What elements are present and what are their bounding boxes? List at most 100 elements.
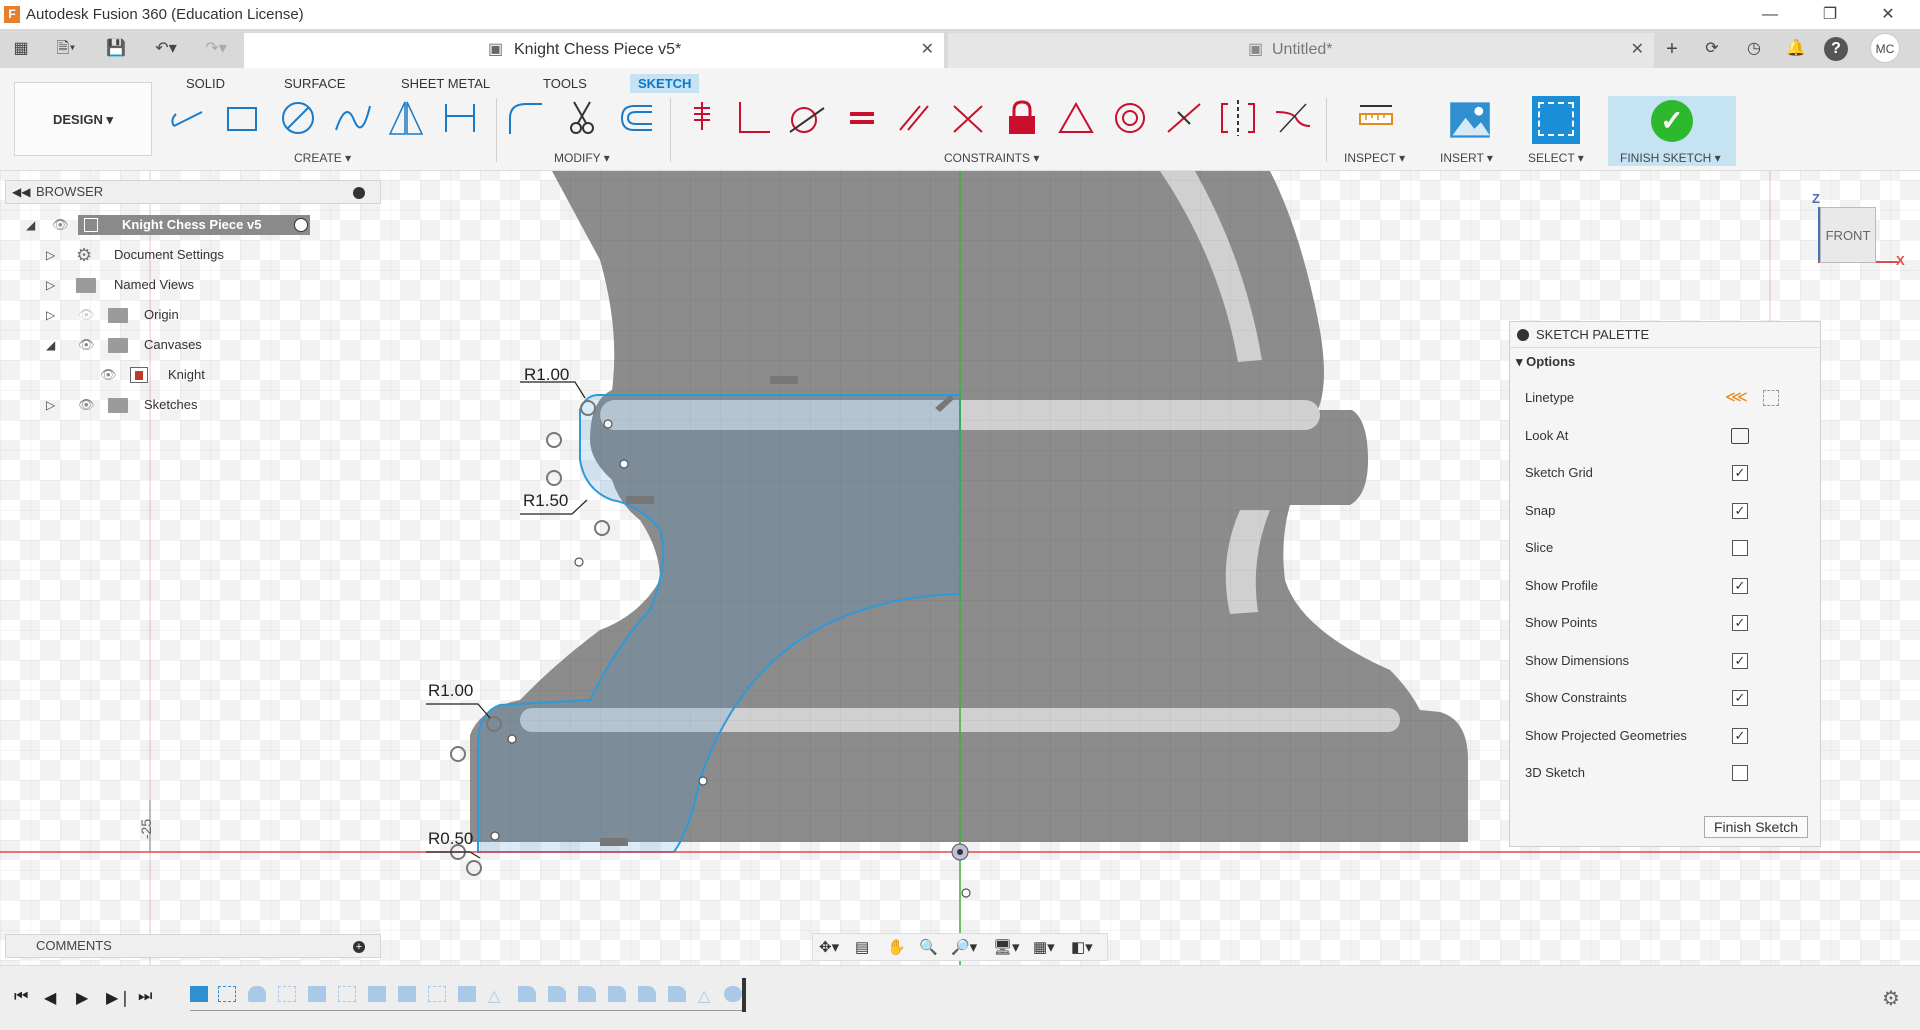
- dimension-label[interactable]: R1.00: [524, 365, 569, 385]
- fillet-feature-icon[interactable]: [668, 986, 686, 1002]
- extrude-feature-icon[interactable]: [398, 986, 416, 1002]
- palette-row-snap[interactable]: Snap ✓: [1525, 501, 1815, 521]
- job-status-icon[interactable]: ◷: [1742, 37, 1766, 61]
- curvature-constraint-icon[interactable]: [1272, 98, 1312, 138]
- tab-untitled[interactable]: ▣ Untitled* ✕: [948, 33, 1654, 68]
- fillet-tool-icon[interactable]: [506, 98, 546, 138]
- construction-linetype-icon[interactable]: ⋘: [1725, 388, 1748, 408]
- file-menu-icon[interactable]: 🗎▾: [48, 37, 84, 61]
- palette-row-show-points[interactable]: Show Points ✓: [1525, 613, 1815, 633]
- visibility-eye-icon[interactable]: 👁: [78, 332, 95, 358]
- mirror-tool-icon[interactable]: [386, 98, 426, 138]
- palette-row-show-dimensions[interactable]: Show Dimensions ✓: [1525, 651, 1815, 671]
- tab-sheet-metal[interactable]: SHEET METAL: [393, 74, 498, 93]
- collapsed-triangle-icon[interactable]: ▷: [46, 242, 55, 268]
- offset-tool-icon[interactable]: [616, 98, 656, 138]
- step-back-icon[interactable]: ◀: [44, 988, 56, 1008]
- viewports-icon[interactable]: ◧▾: [1071, 938, 1093, 956]
- hidden-eye-icon[interactable]: 👁: [78, 302, 95, 328]
- display-settings-icon[interactable]: 🖥▾: [993, 938, 1020, 956]
- snap-checkbox[interactable]: ✓: [1732, 503, 1748, 519]
- fillet-feature-icon[interactable]: [578, 986, 596, 1002]
- extensions-icon[interactable]: ⟳: [1700, 37, 1724, 61]
- equal-constraint-icon[interactable]: [842, 98, 882, 138]
- constraints-menu[interactable]: CONSTRAINTS ▾: [944, 151, 1039, 165]
- fillet-feature-icon[interactable]: [548, 986, 566, 1002]
- tab-knight-chess-piece[interactable]: ▣ Knight Chess Piece v5* ✕: [244, 33, 944, 68]
- revolve-feature-icon[interactable]: [248, 986, 266, 1002]
- new-tab-icon[interactable]: +: [1660, 37, 1684, 61]
- help-icon[interactable]: ?: [1824, 37, 1848, 61]
- browser-item-knight[interactable]: 👁 Knight: [22, 362, 322, 388]
- select-window-icon[interactable]: [1532, 96, 1580, 144]
- fillet-feature-icon[interactable]: [638, 986, 656, 1002]
- trim-tool-icon[interactable]: [562, 98, 602, 138]
- activate-radio-icon[interactable]: [294, 218, 308, 232]
- browser-item-sketches[interactable]: ▷ 👁 Sketches: [22, 392, 322, 418]
- collapsed-triangle-icon[interactable]: ▷: [46, 392, 55, 418]
- circle-tool-icon[interactable]: [278, 98, 318, 138]
- dimension-label[interactable]: R1.00: [428, 681, 473, 701]
- close-tab-icon[interactable]: ✕: [921, 33, 934, 67]
- measure-icon[interactable]: [1356, 98, 1396, 138]
- perpendicular-x-constraint-icon[interactable]: [948, 98, 988, 138]
- sketch-feature-icon[interactable]: [428, 986, 446, 1002]
- pan-hand-icon[interactable]: ✋: [887, 938, 906, 956]
- minimize-button[interactable]: —: [1750, 3, 1790, 27]
- palette-row-show-projected-geometries[interactable]: Show Projected Geometries ✓: [1525, 726, 1815, 746]
- sketch-feature-icon[interactable]: [338, 986, 356, 1002]
- coincident-constraint-icon[interactable]: [682, 98, 722, 138]
- show-points-checkbox[interactable]: ✓: [1732, 615, 1748, 631]
- tab-solid[interactable]: SOLID: [178, 74, 233, 93]
- show-constraints-checkbox[interactable]: ✓: [1732, 690, 1748, 706]
- expanded-triangle-icon[interactable]: ◢: [46, 332, 55, 358]
- insert-image-icon[interactable]: [1448, 98, 1492, 142]
- inspect-menu[interactable]: INSPECT ▾: [1344, 151, 1405, 165]
- undo-icon[interactable]: ↶▾: [146, 37, 186, 61]
- browser-item-named-views[interactable]: ▷ Named Views: [22, 272, 322, 298]
- concentric-constraint-icon[interactable]: [1110, 98, 1150, 138]
- mirror-feature-icon[interactable]: △: [488, 986, 506, 1005]
- visibility-eye-icon[interactable]: 👁: [100, 362, 117, 388]
- save-icon[interactable]: 💾: [104, 37, 128, 61]
- canvas-feature-icon[interactable]: [190, 986, 208, 1002]
- extrude-feature-icon[interactable]: [458, 986, 476, 1002]
- zoom-icon[interactable]: 🔍: [919, 938, 938, 956]
- modify-menu[interactable]: MODIFY ▾: [554, 151, 610, 165]
- symmetry-constraint-icon[interactable]: [1218, 98, 1258, 138]
- close-tab-icon[interactable]: ✕: [1631, 33, 1644, 67]
- grid-settings-icon[interactable]: ▦▾: [1033, 938, 1055, 956]
- show-projected-geometries-checkbox[interactable]: ✓: [1732, 728, 1748, 744]
- fillet-feature-icon[interactable]: [724, 986, 742, 1002]
- sketch-feature-icon[interactable]: [278, 986, 296, 1002]
- finish-sketch-palette-button[interactable]: Finish Sketch: [1704, 816, 1808, 838]
- play-icon[interactable]: ▶: [76, 988, 88, 1008]
- create-menu[interactable]: CREATE ▾: [294, 151, 351, 165]
- midpoint-constraint-icon[interactable]: [1164, 98, 1204, 138]
- finish-sketch-menu[interactable]: FINISH SKETCH ▾: [1620, 151, 1721, 165]
- fix-lock-icon[interactable]: [1002, 98, 1042, 138]
- viewcube-front-face[interactable]: FRONT: [1820, 207, 1876, 263]
- palette-row-slice[interactable]: Slice: [1525, 538, 1815, 558]
- collapse-browser-icon[interactable]: ◀◀: [12, 181, 30, 203]
- notifications-icon[interactable]: 🔔: [1784, 37, 1808, 61]
- visibility-eye-icon[interactable]: 👁: [52, 212, 69, 238]
- line-tool-icon[interactable]: [168, 98, 208, 138]
- spline-tool-icon[interactable]: [332, 98, 372, 138]
- browser-minimize-icon[interactable]: [353, 187, 365, 199]
- look-at-nav-icon[interactable]: ▤: [855, 938, 869, 956]
- add-comment-icon[interactable]: +: [353, 941, 365, 953]
- collapsed-triangle-icon[interactable]: ▷: [46, 272, 55, 298]
- tangent-constraint-icon[interactable]: [786, 98, 826, 138]
- palette-header[interactable]: SKETCH PALETTE: [1510, 322, 1820, 348]
- look-at-icon[interactable]: [1731, 428, 1749, 444]
- expanded-triangle-icon[interactable]: ◢: [26, 212, 35, 238]
- collapsed-triangle-icon[interactable]: ▷: [46, 302, 55, 328]
- zoom-window-icon[interactable]: 🔎▾: [951, 938, 977, 956]
- fillet-feature-icon[interactable]: [518, 986, 536, 1002]
- palette-row-sketch-grid[interactable]: Sketch Grid ✓: [1525, 463, 1815, 483]
- sketch-feature-icon[interactable]: [218, 986, 236, 1002]
- timeline-settings-gear-icon[interactable]: ⚙: [1882, 986, 1900, 1011]
- 3d-sketch-checkbox[interactable]: [1732, 765, 1748, 781]
- dimension-tool-icon[interactable]: [440, 98, 480, 138]
